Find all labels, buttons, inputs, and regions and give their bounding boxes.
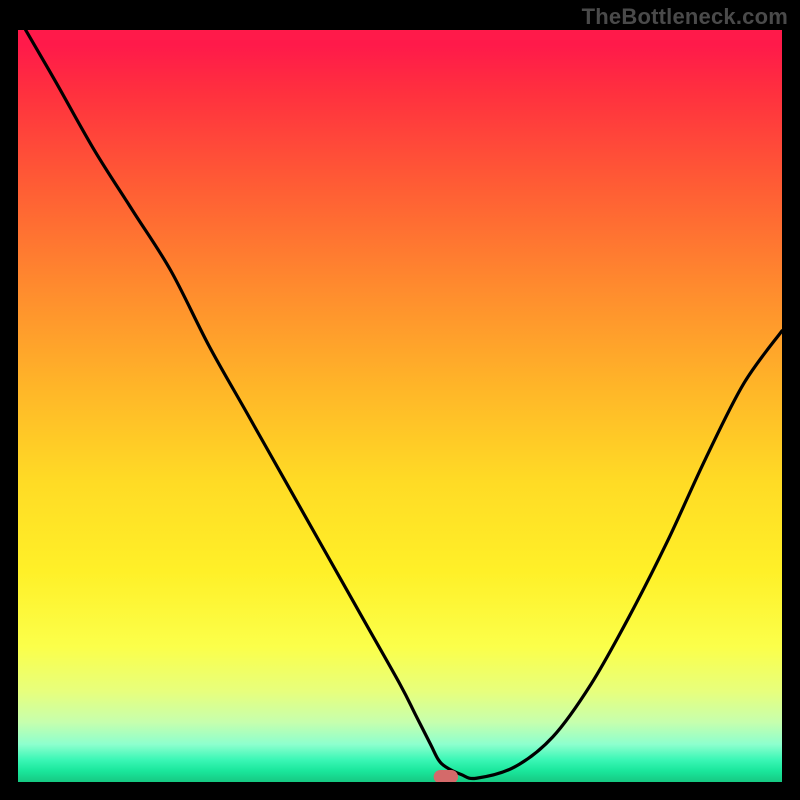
- plot-area: [18, 30, 782, 782]
- gradient-background: [18, 30, 782, 782]
- watermark-label: TheBottleneck.com: [582, 4, 788, 30]
- chart-frame: TheBottleneck.com: [0, 0, 800, 800]
